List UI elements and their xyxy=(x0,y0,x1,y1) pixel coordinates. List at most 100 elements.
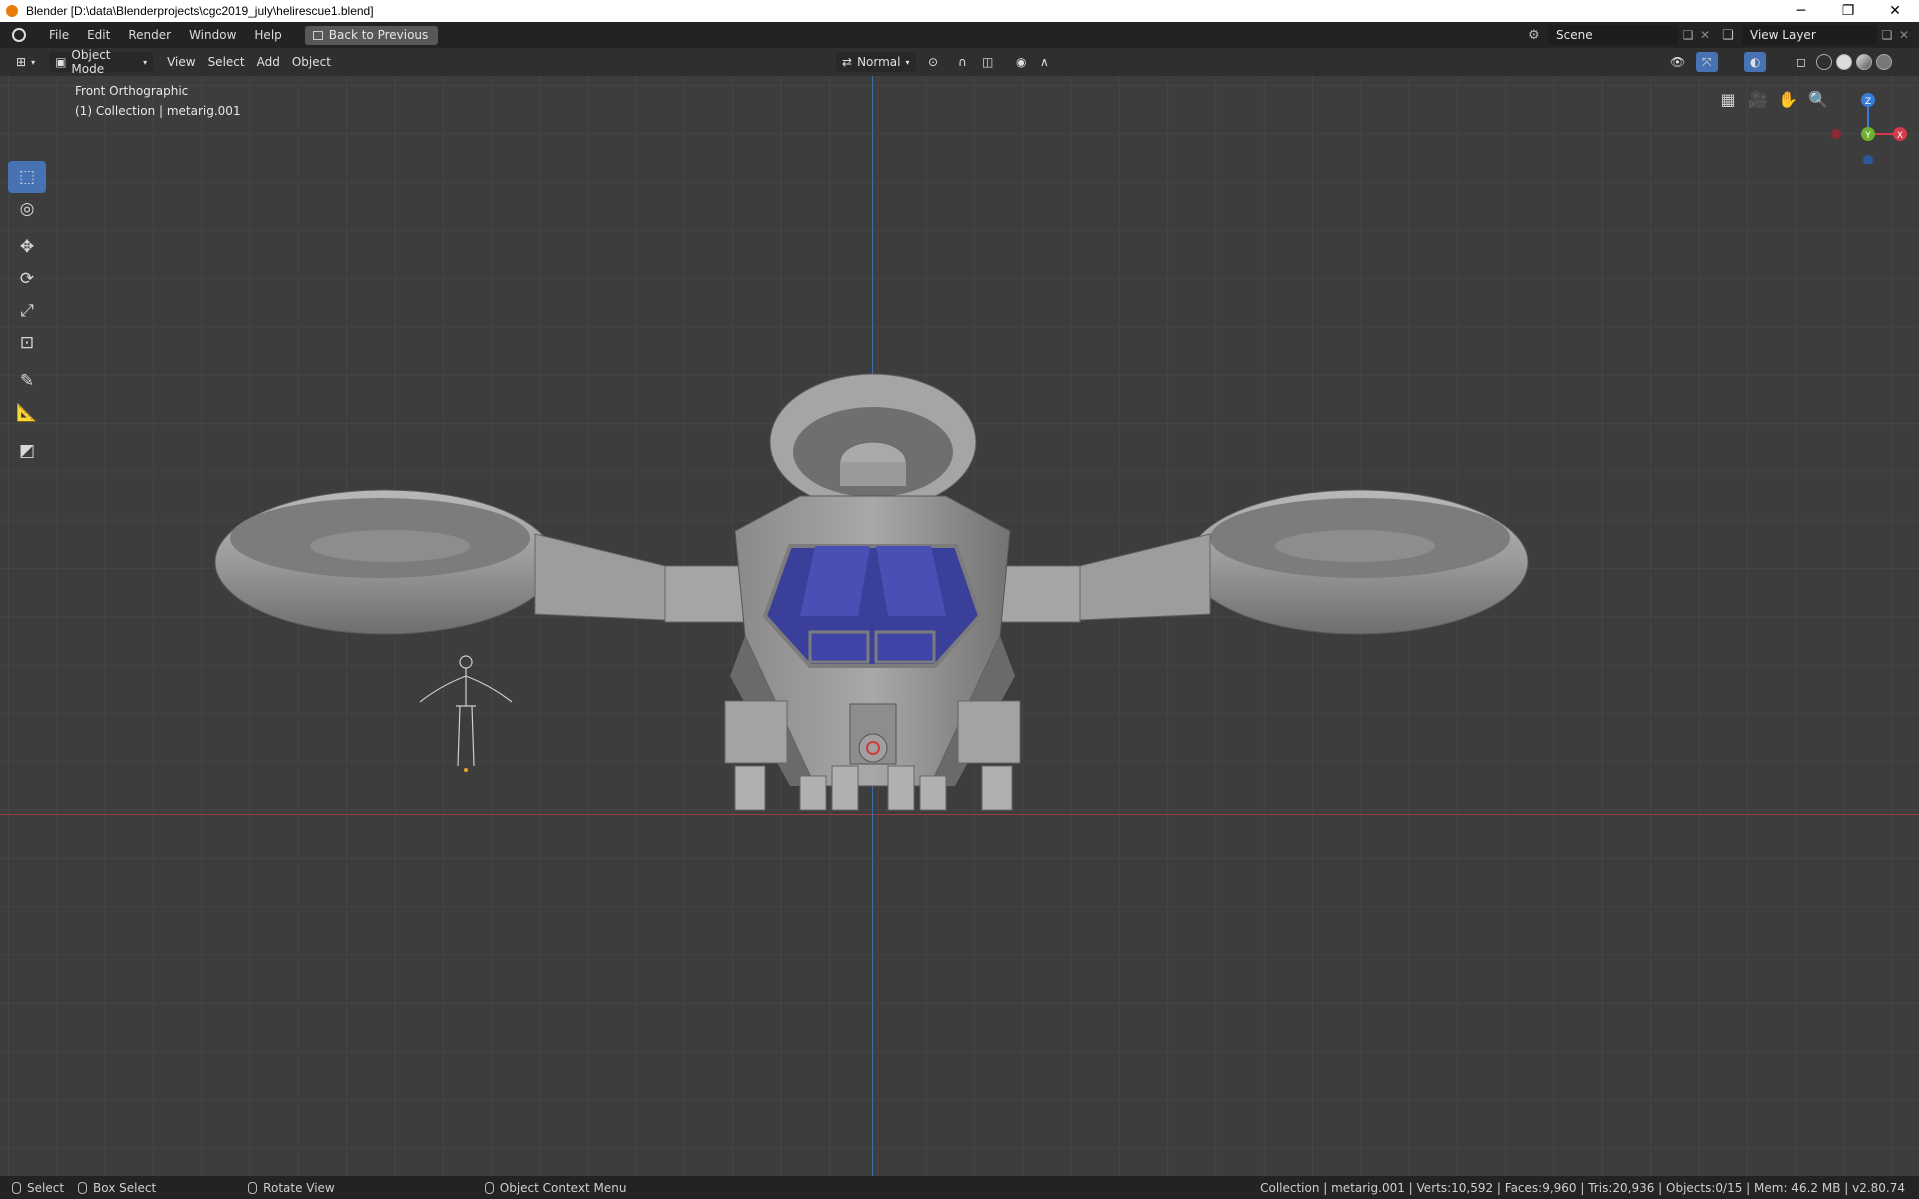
chevron-down-icon: ▾ xyxy=(31,57,36,67)
mouse-middle-icon xyxy=(248,1181,258,1194)
mode-selector[interactable]: ▣ Object Mode ▾ xyxy=(49,48,154,76)
remove-scene-icon[interactable]: ✕ xyxy=(1698,28,1712,42)
left-rotor-ring[interactable] xyxy=(214,489,556,635)
3d-viewport[interactable]: Front Orthographic (1) Collection | meta… xyxy=(0,76,1919,1176)
proportional-icon: ◉ xyxy=(1016,55,1027,69)
menu-object[interactable]: Object xyxy=(286,52,337,72)
svg-text:Z: Z xyxy=(1865,97,1871,107)
back-to-previous-button[interactable]: Back to Previous xyxy=(304,25,439,45)
scene-selector[interactable]: ⚙ Scene ❏ ✕ xyxy=(1528,25,1712,45)
transform-tool[interactable]: ⊡ xyxy=(8,327,46,359)
menu-add[interactable]: Add xyxy=(251,52,286,72)
overlay-icon: ◐ xyxy=(1750,55,1761,69)
mouse-left-icon xyxy=(12,1181,21,1194)
menu-file[interactable]: File xyxy=(40,22,78,48)
camera-icon: 🎥 xyxy=(1748,89,1768,109)
menu-edit[interactable]: Edit xyxy=(78,22,119,48)
gizmo-icon: ⤧ xyxy=(1702,54,1712,69)
navigation-gizmo[interactable]: Z Y X xyxy=(1820,84,1910,164)
falloff-icon: ∧ xyxy=(1040,55,1049,69)
new-scene-icon[interactable]: ❏ xyxy=(1678,28,1698,42)
xray-icon: ◻ xyxy=(1796,55,1806,69)
scale-tool[interactable]: ⤢ xyxy=(8,295,46,327)
move-tool[interactable]: ✥ xyxy=(8,231,46,263)
restore-button[interactable]: ❐ xyxy=(1825,0,1871,22)
chevron-down-icon: ▾ xyxy=(905,57,910,67)
camera-view-button[interactable]: 🎥 xyxy=(1745,86,1771,112)
annotate-icon: ✎ xyxy=(19,371,35,391)
view-layer-field[interactable]: View Layer xyxy=(1742,25,1877,45)
rotate-icon: ⟳ xyxy=(19,269,35,289)
add-cube-tool[interactable]: ◩ xyxy=(8,435,46,467)
snap-toggle[interactable]: ∩ xyxy=(952,52,973,72)
status-rotate-view: Rotate View xyxy=(248,1176,335,1199)
falloff-button[interactable]: ∧ xyxy=(1034,52,1055,72)
annotate-tool[interactable]: ✎ xyxy=(8,365,46,397)
status-box-select: Box Select xyxy=(78,1176,156,1199)
cursor-icon: ◎ xyxy=(19,199,35,219)
helicopter-model[interactable] xyxy=(0,76,1919,1176)
editor-type-button[interactable]: ⊞ ▾ xyxy=(10,52,41,72)
landing-gear[interactable] xyxy=(724,700,1021,811)
blender-logo-icon[interactable] xyxy=(12,28,26,42)
visibility-button[interactable]: 👁 xyxy=(1664,52,1691,72)
window-titlebar: Blender [D:\data\Blenderprojects\cgc2019… xyxy=(0,0,1919,22)
mouse-right-icon xyxy=(484,1181,494,1194)
pan-view-button[interactable]: ✋ xyxy=(1775,86,1801,112)
menu-window[interactable]: Window xyxy=(180,22,245,48)
solid-shading-icon[interactable] xyxy=(1836,54,1852,70)
menu-render[interactable]: Render xyxy=(119,22,180,48)
hand-icon: ✋ xyxy=(1778,89,1798,109)
view-layer-selector[interactable]: ❏ View Layer ❏ ✕ xyxy=(1722,25,1911,45)
left-arm[interactable] xyxy=(534,533,746,623)
measure-tool[interactable]: 📐 xyxy=(8,397,46,429)
minimize-button[interactable]: ─ xyxy=(1778,0,1824,22)
orientation-label: Normal xyxy=(857,55,901,69)
menu-view[interactable]: View xyxy=(161,52,201,72)
back-to-previous-label: Back to Previous xyxy=(328,28,429,42)
metarig-armature[interactable] xyxy=(419,655,513,772)
material-shading-icon[interactable] xyxy=(1856,54,1872,70)
overlay-toggle[interactable]: ◐ xyxy=(1744,52,1767,72)
back-icon xyxy=(312,30,323,40)
scene-name-field[interactable]: Scene xyxy=(1548,25,1678,45)
status-select: Select xyxy=(12,1176,64,1199)
wireframe-shading-icon[interactable] xyxy=(1816,54,1832,70)
gizmo-toggle[interactable]: ⤧ xyxy=(1696,52,1718,72)
status-select-label: Select xyxy=(27,1180,65,1195)
transform-icon: ⊡ xyxy=(19,333,35,353)
pivot-icon: ⊙ xyxy=(928,55,939,69)
scene-icon: ⚙ xyxy=(1528,27,1540,43)
view-layer-icon: ❏ xyxy=(1722,27,1734,43)
xray-toggle[interactable]: ◻ xyxy=(1790,52,1812,72)
gizmo-neg-z-axis[interactable] xyxy=(1863,155,1873,164)
top-rotor-ring[interactable] xyxy=(769,373,977,511)
menu-help[interactable]: Help xyxy=(245,22,290,48)
cursor-tool[interactable]: ◎ xyxy=(8,193,46,225)
gizmo-neg-x-axis[interactable] xyxy=(1831,129,1841,139)
snap-target-button[interactable]: ◫ xyxy=(976,52,999,72)
shading-mode-group xyxy=(1814,54,1894,70)
select-box-tool[interactable]: ⬚ xyxy=(8,161,46,193)
new-view-layer-icon[interactable]: ❏ xyxy=(1877,28,1897,42)
tool-shelf: ⬚ ◎ ✥ ⟳ ⤢ ⊡ ✎ 📐 ◩ xyxy=(8,161,46,467)
right-rotor-ring[interactable] xyxy=(1187,489,1529,635)
transform-orientation-selector[interactable]: ⇄ Normal ▾ xyxy=(836,52,916,72)
select-box-icon: ⬚ xyxy=(18,167,36,187)
svg-text:Y: Y xyxy=(1864,131,1871,141)
close-window-button[interactable]: ✕ xyxy=(1872,0,1918,22)
pivot-point-button[interactable]: ⊙ xyxy=(922,52,944,72)
right-arm[interactable] xyxy=(999,533,1211,623)
rendered-shading-icon[interactable] xyxy=(1876,54,1892,70)
orientation-icon: ⇄ xyxy=(842,55,853,69)
remove-view-layer-icon[interactable]: ✕ xyxy=(1897,28,1911,42)
viewport-header: ⊞ ▾ ▣ Object Mode ▾ View Select Add Objec… xyxy=(0,48,1919,76)
add-cube-icon: ◩ xyxy=(18,441,36,461)
toggle-perspective-button[interactable]: ▦ xyxy=(1715,86,1741,112)
status-context-menu: Object Context Menu xyxy=(484,1176,626,1199)
status-rotate-view-label: Rotate View xyxy=(263,1180,335,1195)
proportional-edit-toggle[interactable]: ◉ xyxy=(1010,52,1032,72)
magnet-icon: ∩ xyxy=(958,55,967,69)
menu-select[interactable]: Select xyxy=(202,52,251,72)
rotate-tool[interactable]: ⟳ xyxy=(8,263,46,295)
